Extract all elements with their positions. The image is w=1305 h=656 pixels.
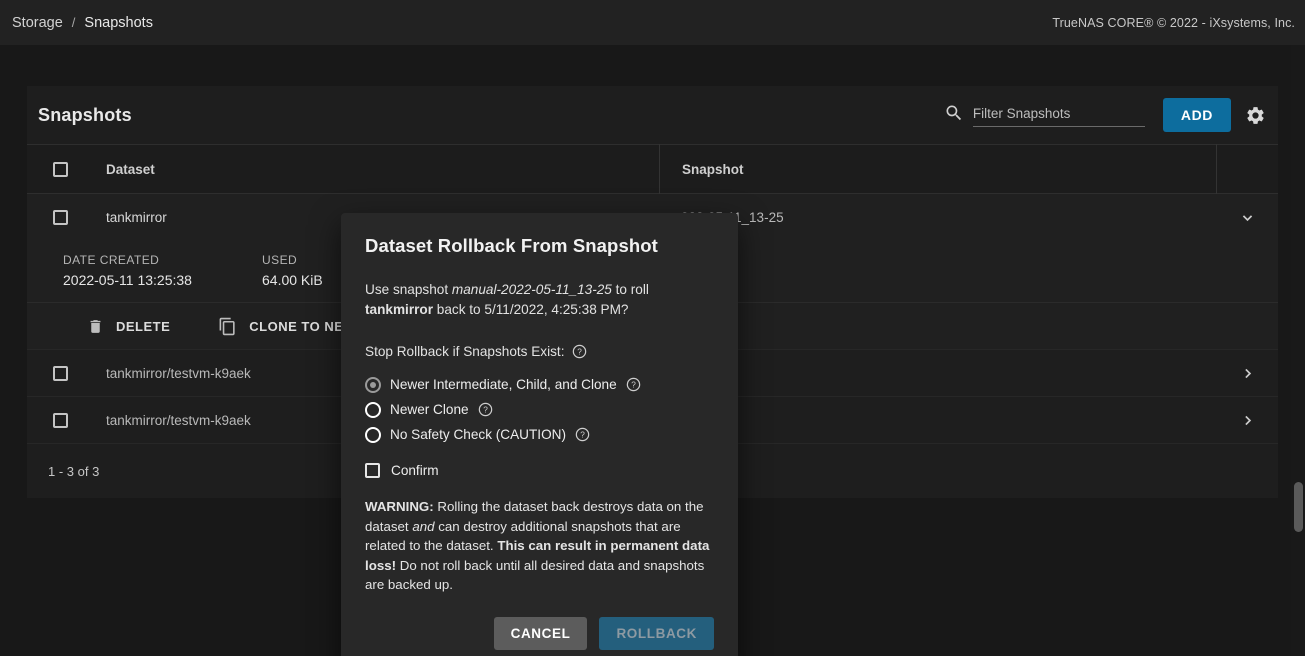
dialog-body: Use snapshot manual-2022-05-11_13-25 to … [365, 280, 714, 319]
warning-emphasis: and [412, 519, 434, 534]
detail-key: USED [262, 253, 347, 267]
help-icon[interactable]: ? [575, 427, 590, 442]
radio-option-newer-clone[interactable]: Newer Clone ? [365, 397, 714, 422]
radio-label: Newer Intermediate, Child, and Clone [390, 377, 617, 392]
stop-rollback-radio-group: Newer Intermediate, Child, and Clone ? N… [365, 372, 714, 447]
dialog-body-prefix: Use snapshot [365, 282, 452, 297]
breadcrumb-separator: / [72, 15, 76, 30]
stop-rollback-label-text: Stop Rollback if Snapshots Exist: [365, 344, 564, 359]
detail-date-created: DATE CREATED 2022-05-11 13:25:38 [63, 253, 262, 288]
table-header-dataset: Dataset [27, 144, 659, 194]
detail-key: DATE CREATED [63, 253, 262, 267]
copyright-text: TrueNAS CORE® © 2022 - iXsystems, Inc. [1052, 16, 1295, 30]
svg-text:?: ? [578, 348, 583, 357]
settings-button[interactable] [1245, 105, 1266, 126]
dialog-body-snapshot: manual-2022-05-11_13-25 [452, 282, 612, 297]
row-expand-toggle[interactable] [1216, 414, 1278, 427]
help-icon[interactable]: ? [478, 402, 493, 417]
confirm-checkbox[interactable] [365, 463, 380, 478]
chevron-down-icon [1241, 211, 1254, 224]
rollback-dialog: Dataset Rollback From Snapshot Use snaps… [341, 213, 738, 656]
row-snapshot-name: 022-05-11_13-25 [659, 210, 1216, 225]
rollback-button[interactable]: ROLLBACK [599, 617, 714, 650]
warning-lead: WARNING: [365, 499, 434, 514]
card-header: Snapshots ADD [27, 86, 1278, 144]
table-header-row: Dataset Snapshot [27, 144, 1278, 194]
clone-icon [218, 317, 237, 336]
cancel-button[interactable]: CANCEL [494, 617, 588, 650]
row-snapshot-name: lone0 [659, 366, 1216, 381]
row-dataset-name: tankmirror/testvm-k9aek [106, 413, 251, 428]
column-label-dataset: Dataset [106, 162, 155, 177]
help-icon[interactable]: ? [572, 344, 587, 359]
detail-value: 64.00 KiB [262, 272, 347, 288]
top-bar: Storage / Snapshots TrueNAS CORE® © 2022… [0, 0, 1305, 45]
select-all-checkbox[interactable] [53, 162, 68, 177]
delete-action[interactable]: DELETE [87, 318, 170, 335]
radio-label: No Safety Check (CAUTION) [390, 427, 566, 442]
dialog-body-suffix: back to 5/11/2022, 4:25:38 PM? [433, 302, 628, 317]
row-checkbox[interactable] [53, 210, 68, 225]
help-icon[interactable]: ? [626, 377, 641, 392]
card-header-actions: ADD [944, 98, 1266, 132]
confirm-checkbox-row[interactable]: Confirm [365, 463, 714, 478]
radio-label: Newer Clone [390, 402, 469, 417]
radio-option-newer-intermediate-child-clone[interactable]: Newer Intermediate, Child, and Clone ? [365, 372, 714, 397]
detail-value: 2022-05-11 13:25:38 [63, 272, 262, 288]
dialog-actions: CANCEL ROLLBACK [365, 595, 714, 656]
row-expand-toggle[interactable] [1216, 367, 1278, 380]
warning-text: WARNING: Rolling the dataset back destro… [365, 497, 714, 595]
scrollbar-thumb[interactable] [1294, 482, 1303, 532]
trash-icon [87, 318, 104, 335]
svg-text:?: ? [631, 381, 636, 390]
row-checkbox[interactable] [53, 413, 68, 428]
app-root: Storage / Snapshots TrueNAS CORE® © 2022… [0, 0, 1305, 656]
breadcrumb-snapshots[interactable]: Snapshots [84, 15, 153, 31]
warning-t3: Do not roll back until all desired data … [365, 558, 704, 593]
column-label-snapshot: Snapshot [682, 162, 744, 177]
row-checkbox[interactable] [53, 366, 68, 381]
row-snapshot-name: lone1 [659, 413, 1216, 428]
gear-icon [1245, 105, 1266, 126]
chevron-right-icon [1241, 367, 1254, 380]
add-button[interactable]: ADD [1163, 98, 1231, 132]
page-scrollbar[interactable] [1291, 45, 1305, 656]
table-header-actions [1216, 144, 1278, 194]
breadcrumb-storage[interactable]: Storage [12, 15, 63, 31]
svg-text:?: ? [580, 431, 585, 440]
row-dataset-name: tankmirror/testvm-k9aek [106, 366, 251, 381]
chevron-right-icon [1241, 414, 1254, 427]
confirm-label: Confirm [391, 463, 439, 478]
search-box [944, 103, 1145, 127]
dialog-title: Dataset Rollback From Snapshot [365, 235, 714, 257]
delete-action-label: DELETE [116, 319, 170, 334]
search-input[interactable] [973, 106, 1145, 127]
table-header-snapshot: Snapshot [659, 144, 1216, 194]
search-icon [944, 103, 964, 123]
paginator-range: 1 - 3 of 3 [48, 464, 99, 479]
breadcrumb: Storage / Snapshots [12, 15, 153, 31]
dialog-body-dataset: tankmirror [365, 302, 433, 317]
radio-indicator[interactable] [365, 402, 381, 418]
dialog-body-middle: to roll [612, 282, 649, 297]
page-title: Snapshots [38, 105, 132, 126]
stop-rollback-label: Stop Rollback if Snapshots Exist: ? [365, 344, 714, 359]
row-expand-toggle[interactable] [1216, 211, 1278, 224]
row-dataset-name: tankmirror [106, 210, 167, 225]
radio-indicator[interactable] [365, 427, 381, 443]
svg-text:?: ? [483, 406, 488, 415]
detail-used: USED 64.00 KiB [262, 253, 347, 288]
radio-indicator[interactable] [365, 377, 381, 393]
radio-option-no-safety-check[interactable]: No Safety Check (CAUTION) ? [365, 422, 714, 447]
